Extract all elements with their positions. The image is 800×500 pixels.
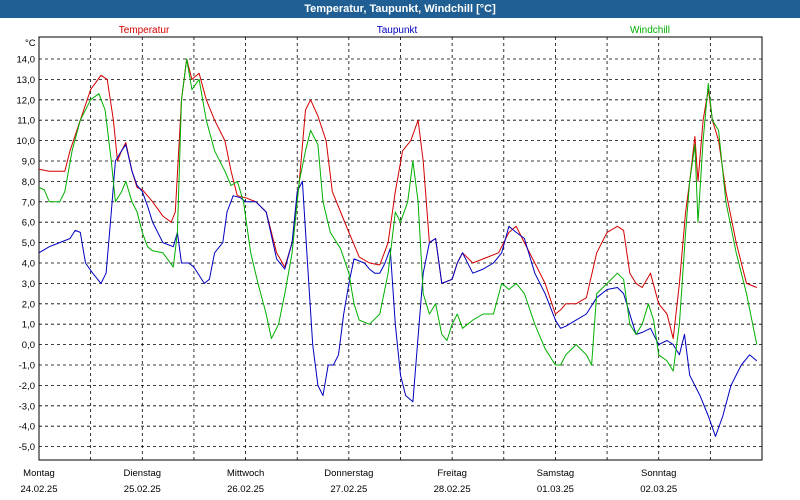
y-axis-ticks: 14,0 13,0 12,0 11,0 10,0 9,0 8,0 7,0 6,0 5,0 4,0 3,…: [17, 38, 36, 453]
y-tick-label: 9,0: [22, 157, 35, 168]
y-tick-label: 7,0: [22, 197, 35, 208]
y-tick-label: 2,0: [22, 299, 35, 310]
y-tick-label: -2,0: [19, 381, 35, 392]
x-day-label: Freitag: [437, 468, 467, 479]
y-axis-unit: °C: [25, 38, 36, 49]
y-tick-label: 6,0: [22, 218, 35, 229]
y-tick-label: 10,0: [17, 136, 36, 147]
x-day-label: Dienstag: [124, 468, 162, 479]
x-day-label: Sonntag: [641, 468, 676, 479]
x-date-label: 01.03.25: [537, 484, 574, 495]
legend-windchill: Windchill: [630, 25, 670, 36]
y-tick-label: -5,0: [19, 442, 35, 453]
y-tick-label: 8,0: [22, 177, 35, 188]
x-date-label: 26.02.25: [227, 484, 264, 495]
y-tick-label: -3,0: [19, 401, 35, 412]
x-date-label: 24.02.25: [21, 484, 58, 495]
y-tick-label: 5,0: [22, 238, 35, 249]
x-date-label: 02.03.25: [640, 484, 677, 495]
y-tick-label: 12,0: [17, 95, 36, 106]
y-tick-label: -4,0: [19, 422, 35, 433]
legend: Temperatur Taupunkt Windchill: [119, 25, 670, 36]
x-date-label: 28.02.25: [434, 484, 471, 495]
y-tick-label: 1,0: [22, 320, 35, 331]
x-day-label: Donnerstag: [324, 468, 373, 479]
x-date-label: 25.02.25: [124, 484, 161, 495]
legend-taupunkt: Taupunkt: [377, 25, 418, 36]
chart-area: 14,0 13,0 12,0 11,0 10,0 9,0 8,0 7,0 6,0 5,0 4,0 3,…: [17, 25, 763, 495]
legend-temperatur: Temperatur: [119, 25, 170, 36]
y-tick-label: 4,0: [22, 259, 35, 270]
x-day-label: Mittwoch: [227, 468, 264, 479]
y-tick-label: 11,0: [17, 116, 35, 127]
y-tick-label: 3,0: [22, 279, 35, 290]
x-axis-ticks: Montag 24.02.25 Dienstag 25.02.25 Mittwoch 26…: [21, 468, 678, 495]
x-day-label: Samstag: [537, 468, 575, 479]
x-day-label: Montag: [23, 468, 55, 479]
y-tick-label: 0,0: [22, 340, 35, 351]
y-tick-label: -1,0: [19, 361, 35, 372]
y-tick-label: 14,0: [17, 55, 36, 66]
x-date-label: 27.02.25: [330, 484, 367, 495]
y-tick-label: 13,0: [17, 75, 36, 86]
